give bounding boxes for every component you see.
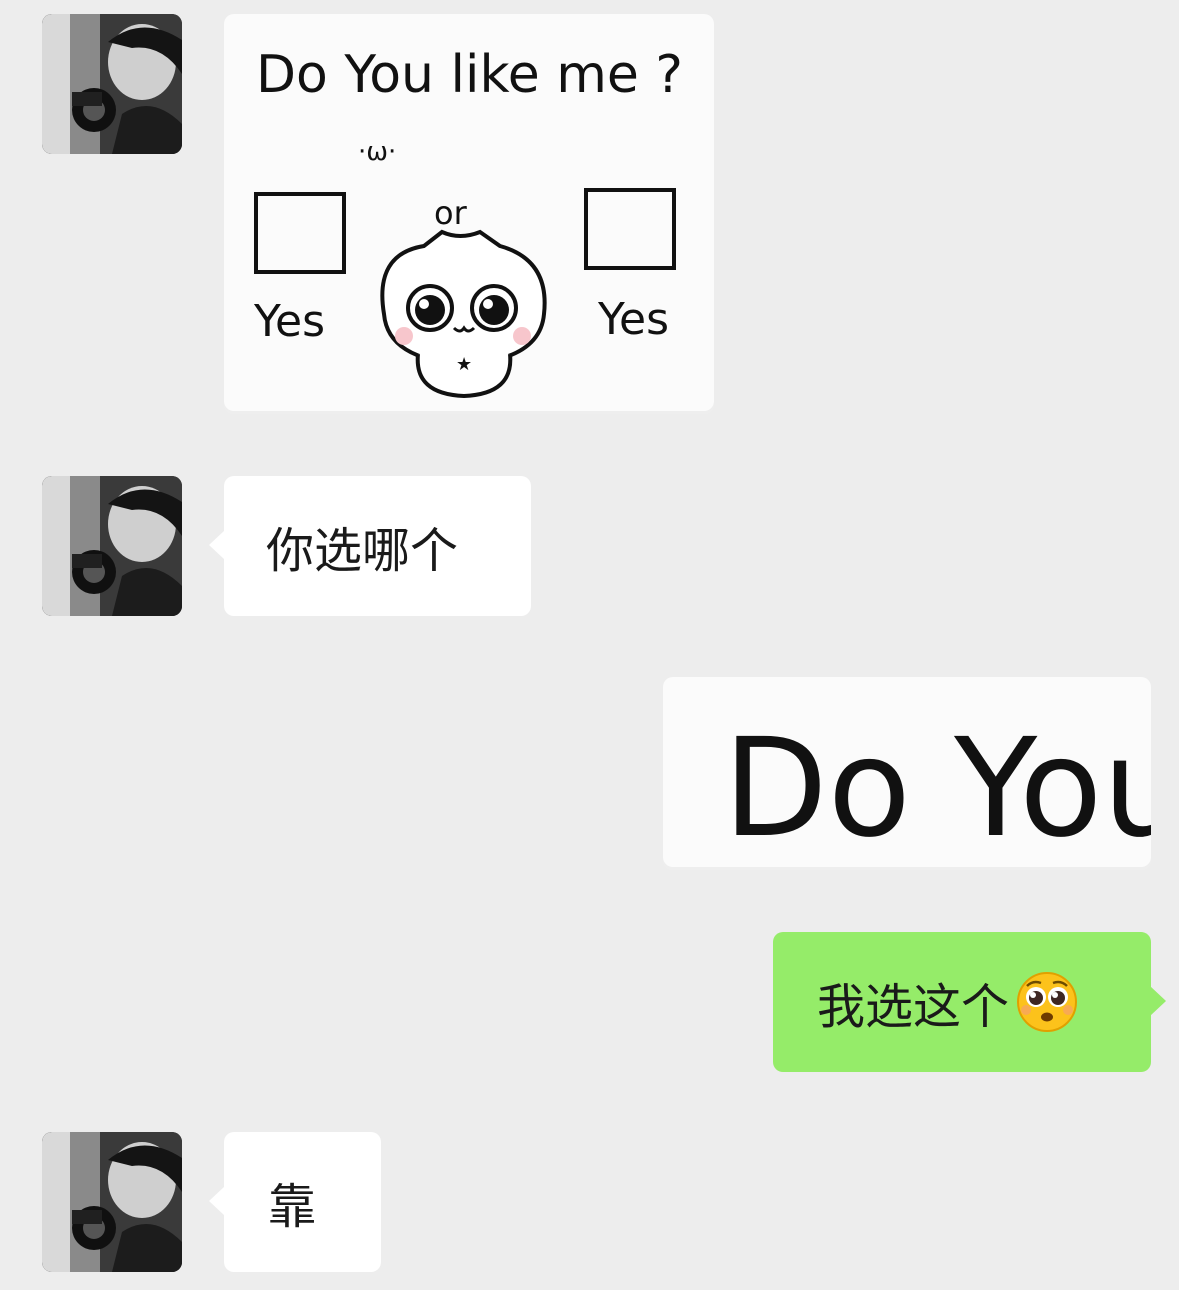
sticker-face-text: ·ω· xyxy=(358,137,396,167)
svg-text:★: ★ xyxy=(456,354,472,375)
chat-area[interactable]: Do You like me ? ·ω· or Yes Yes ★ 你选哪个 D… xyxy=(0,0,1179,1290)
cat-character-icon: ★ xyxy=(380,229,547,399)
message-text: 你选哪个 xyxy=(266,523,459,579)
sticker-or-label: or xyxy=(434,194,468,232)
checkbox-right-icon xyxy=(584,188,676,270)
message-text: 靠 xyxy=(268,1179,317,1235)
sticker-right-option: Yes xyxy=(597,294,669,345)
message-bubble-outgoing[interactable]: 我选这个 xyxy=(773,932,1166,1072)
avatar-photo xyxy=(42,476,182,616)
sticker-left-option: Yes xyxy=(253,296,325,347)
contact-avatar[interactable] xyxy=(42,476,182,616)
avatar-photo xyxy=(42,14,182,154)
sticker-title: Do You xyxy=(723,710,1151,868)
avatar-photo xyxy=(42,1132,182,1272)
message-bubble-incoming[interactable]: 你选哪个 xyxy=(209,476,531,616)
contact-avatar[interactable] xyxy=(42,14,182,154)
checkbox-left-icon xyxy=(254,192,346,274)
sticker-do-you[interactable]: Do You xyxy=(663,677,1151,870)
sticker-title: Do You like me ? xyxy=(256,45,683,105)
message-bubble-incoming[interactable]: 靠 xyxy=(209,1132,381,1272)
pleading-face-emoji-icon xyxy=(1015,970,1079,1034)
contact-avatar[interactable] xyxy=(42,1132,182,1272)
message-text: 我选这个 xyxy=(817,979,1010,1035)
sticker-do-you-like-me[interactable]: Do You like me ? ·ω· or Yes Yes ★ xyxy=(224,14,714,414)
